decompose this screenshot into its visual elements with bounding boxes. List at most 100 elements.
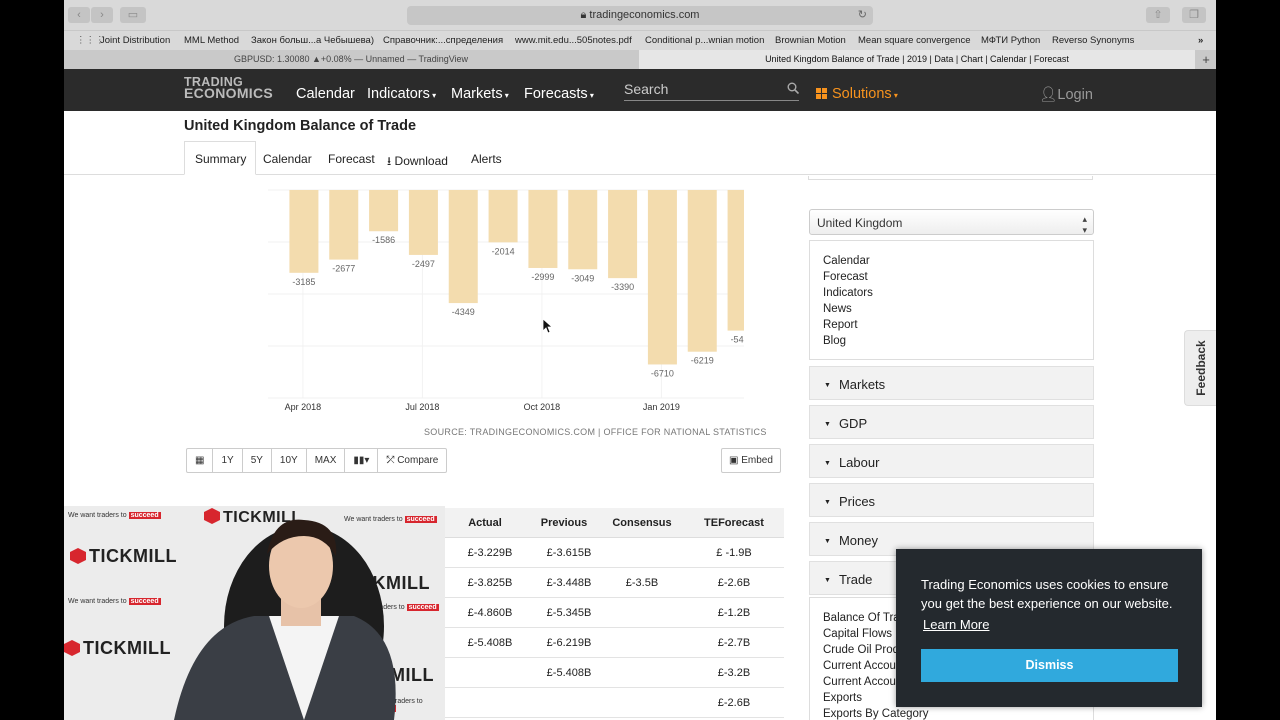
accordion-gdp[interactable]: ▼ GDP [809,405,1094,439]
accordion-markets[interactable]: ▼ Markets [809,366,1094,400]
data-label: -6219 [691,356,714,366]
forward-button[interactable]: › [91,7,113,23]
x-tick-label: Jan 2019 [643,402,680,412]
accordion-labour[interactable]: ▼ Labour [809,444,1094,478]
trade-link[interactable]: Exports By Category [823,706,1080,720]
data-label: -3390 [611,282,634,292]
menu-calendar[interactable]: Calendar [296,86,355,102]
accordion-prices[interactable]: ▼ Prices [809,483,1094,517]
sidebar-toggle-button[interactable]: ▭ [120,7,146,23]
sidebar-top-box [808,176,1093,180]
data-label: -6710 [651,368,674,378]
menu-indicators[interactable]: Indicators ▾ [367,86,436,102]
range-5y-button[interactable]: 5Y [243,449,272,472]
calendar-icon[interactable]: ▦ [187,449,214,472]
cell-previous: £-3.615B [546,547,592,559]
chart-toolbar: ▦ 1Y 5Y 10Y MAX ▮▮▾ ⤱ Compare [186,448,448,473]
bookmark-item[interactable]: Conditional p...wnian motion [645,35,764,46]
chart-bar [568,190,598,270]
compare-button[interactable]: ⤱ Compare [378,449,446,472]
link-indicators[interactable]: Indicators [823,285,1080,301]
x-tick-label: Oct 2018 [524,402,561,412]
login-link[interactable]: 👤︎Login [1039,86,1093,103]
data-label: -5408 [731,335,744,345]
bookmark-item[interactable]: MML Method [184,35,239,46]
site-logo[interactable]: TRADING ECONOMICS [184,76,274,101]
bookmark-item[interactable]: Закон больш...а Чебышева) [251,35,374,46]
reload-icon[interactable]: ↻ [858,6,867,25]
tab-alerts[interactable]: Alerts [471,152,502,166]
bookmark-item[interactable]: Reverso Synonyms [1052,35,1134,46]
embed-button[interactable]: ▣ Embed [721,448,781,473]
bookmark-item[interactable]: Joint Distribution [100,35,170,46]
chart-bar [369,190,399,232]
link-calendar[interactable]: Calendar [823,253,1080,269]
solutions-menu[interactable]: Solutions ▾ [816,86,898,102]
tab-calendar[interactable]: Calendar [263,152,312,166]
chart-bar [289,190,319,273]
new-tab-button[interactable]: + [1196,50,1216,69]
bookmark-item[interactable]: Mean square convergence [858,35,971,46]
x-tick-label: Apr 2018 [285,402,322,412]
chart-type-icon[interactable]: ▮▮▾ [345,449,379,472]
search-icon[interactable] [787,82,799,94]
bookmark-item[interactable]: МФТИ Python [981,35,1040,46]
dismiss-button[interactable]: Dismiss [921,649,1178,682]
tab-forecast[interactable]: Forecast [328,152,375,166]
link-report[interactable]: Report [823,317,1080,333]
tab-download[interactable]: ⭳ Download [387,152,448,173]
tab-summary[interactable]: Summary [195,152,246,166]
country-select[interactable]: United Kingdom ▴ ▾ [809,209,1094,235]
bookmark-item[interactable]: www.mit.edu...505notes.pdf [515,35,632,46]
cell-teforecast: £-2.7B [717,637,751,649]
chart-bar [727,190,744,331]
more-bookmarks-icon[interactable]: » [1198,35,1203,46]
data-label: -2677 [332,264,355,274]
webcam-overlay: We want traders to succeed TICKMILL We w… [64,506,445,720]
header-previous: Previous [540,517,588,529]
logo-line2: ECONOMICS [184,85,274,101]
x-tick-label: Jul 2018 [405,402,439,412]
tickmill-logo-icon [64,640,80,656]
range-max-button[interactable]: MAX [307,449,346,472]
cell-previous: £-3.448B [546,577,592,589]
range-10y-button[interactable]: 10Y [272,449,307,472]
image-icon: ▣ [729,455,742,466]
caret-down-icon: ▾ [429,91,437,100]
tab-tradingeconomics[interactable]: United Kingdom Balance of Trade | 2019 |… [639,50,1195,69]
link-blog[interactable]: Blog [823,333,1080,349]
cell-previous: £-5.345B [546,607,592,619]
select-arrows-icon: ▴ ▾ [1082,214,1087,235]
menu-markets[interactable]: Markets ▾ [451,86,509,102]
caret-down-icon: ▼ [824,499,831,506]
data-label: -3049 [571,273,594,283]
feedback-tab[interactable]: Feedback [1184,330,1216,406]
tab-tradingview[interactable]: GBPUSD: 1.30080 ▲+0.08% — Unnamed — Trad… [64,50,638,69]
chart-bar [687,190,717,352]
link-news[interactable]: News [823,301,1080,317]
caret-down-icon: ▼ [824,421,831,428]
presenter-figure [174,519,396,720]
cell-consensus: £-3.5B [625,577,659,589]
tabs-overview-button[interactable]: ❐ [1182,7,1206,23]
site-header: TRADING ECONOMICS Calendar Indicators ▾ … [64,69,1216,111]
lock-icon: 🔒︎ [580,9,587,21]
address-bar[interactable]: 🔒︎ tradingeconomics.com ↻ [407,6,873,25]
table-row: £-5.408B £-3.2B [444,658,784,688]
back-button[interactable]: ‹ [68,7,90,23]
table-header: Actual Previous Consensus TEForecast [444,508,784,538]
search-input[interactable]: Search [624,81,799,101]
range-1y-button[interactable]: 1Y [213,449,243,472]
bookmark-item[interactable]: Brownian Motion [775,35,846,46]
bookmark-item[interactable]: Справочник:...спределения [383,35,503,46]
menu-forecasts[interactable]: Forecasts ▾ [524,86,594,102]
learn-more-link[interactable]: Learn More [923,617,989,632]
link-forecast[interactable]: Forecast [823,269,1080,285]
caret-down-icon: ▼ [824,577,831,584]
table-row: £-4.860B £-5.345B £-1.2B [444,598,784,628]
download-icon: ⭳ [387,154,392,168]
compare-icon: ⤱ [386,455,398,466]
chart-bar [528,190,558,268]
share-button[interactable]: ⇧ [1146,7,1170,23]
cookie-banner: Trading Economics uses cookies to ensure… [896,549,1202,707]
